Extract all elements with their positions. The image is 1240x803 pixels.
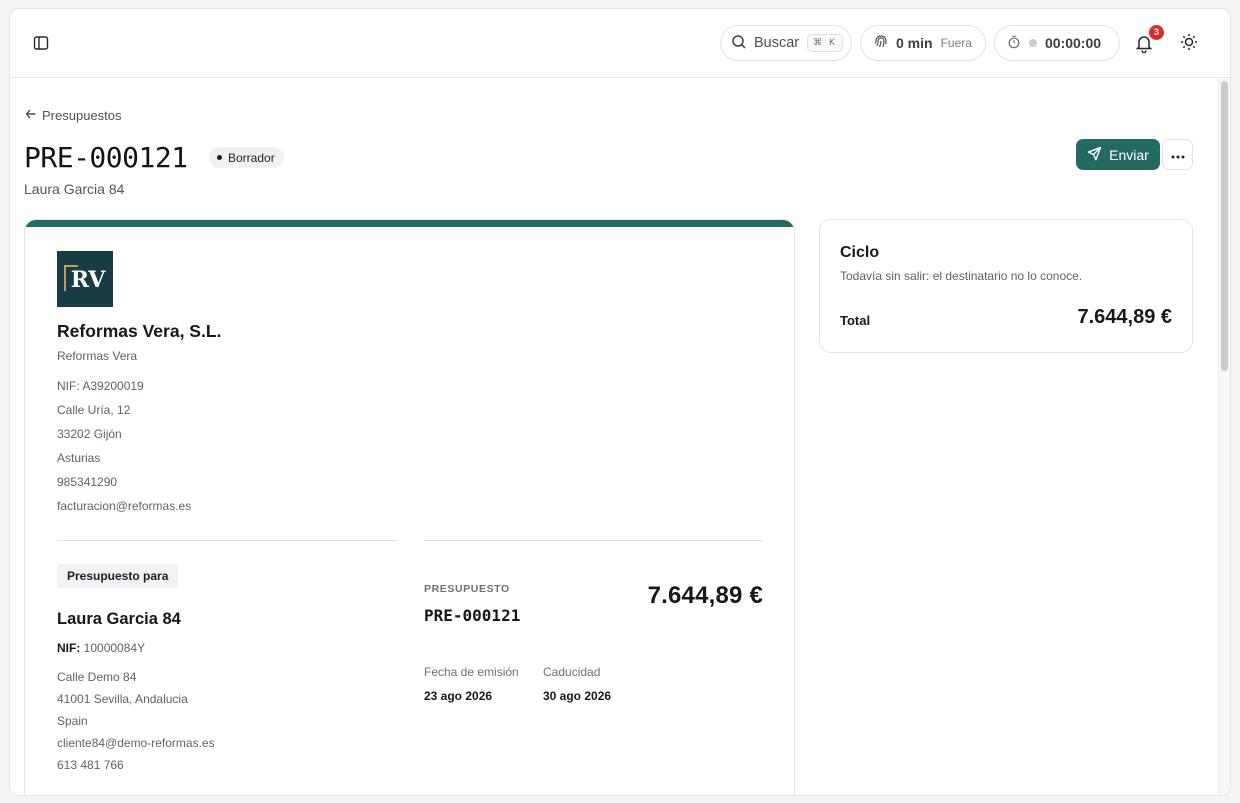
issuer-trade-name: Reformas Vera	[57, 349, 138, 363]
expiry-date-value: 30 ago 2026	[543, 689, 612, 703]
presence-status: Fuera	[940, 36, 972, 50]
sun-icon[interactable]	[1179, 32, 1201, 54]
issuer-phone: 985341290	[57, 475, 118, 489]
issuer-email: facturacion@reformas.es	[57, 499, 192, 513]
client-postal-city: 41001 Sevilla, Andalucia	[57, 692, 188, 706]
back-link[interactable]: Presupuestos	[25, 108, 122, 123]
issuer-address: Calle Uría, 12	[57, 403, 131, 417]
status-dot	[217, 155, 222, 160]
fingerprint-icon	[873, 34, 889, 53]
presence-button[interactable]: 0 min Fuera	[860, 25, 986, 61]
status-badge: Borrador	[209, 147, 284, 168]
cycle-total-value: 7.644,89 €	[1077, 306, 1172, 328]
company-logo: RV	[57, 251, 113, 307]
client-phone: 613 481 766	[57, 758, 124, 772]
search-shortcut: ⌘ K	[807, 34, 843, 52]
client-address: Calle Demo 84	[57, 670, 137, 684]
issuer-nif: NIF: A39200019	[57, 379, 144, 393]
notification-badge: 3	[1149, 25, 1164, 40]
cycle-total-label: Total	[840, 313, 871, 328]
timer-button[interactable]: 00:00:00	[994, 25, 1120, 61]
client-name: Laura Garcia 84	[57, 610, 181, 628]
timer-status-dot	[1029, 39, 1037, 47]
scrollbar-thumb[interactable]	[1221, 81, 1228, 371]
send-button[interactable]: Enviar	[1076, 139, 1160, 170]
search-label: Buscar	[754, 35, 800, 51]
document-accent-bar	[25, 220, 794, 227]
sidebar-toggle-icon[interactable]	[29, 33, 53, 53]
send-icon	[1087, 146, 1109, 164]
client-nif: NIF: 10000084Y	[57, 641, 145, 655]
status-label: Borrador	[228, 150, 275, 165]
back-link-label: Presupuestos	[42, 108, 122, 123]
logo-text: RV	[70, 267, 106, 293]
issuer-name: Reformas Vera, S.L.	[57, 321, 222, 341]
page-title: PRE-000121	[24, 141, 188, 174]
client-nif-value: 10000084Y	[83, 641, 146, 655]
summary-divider	[424, 540, 763, 541]
client-divider	[57, 540, 396, 541]
page-subtitle: Laura Garcia 84	[24, 181, 125, 197]
issuer-region: Asturias	[57, 451, 101, 465]
document-total: 7.644,89 €	[647, 582, 763, 609]
timer-value: 00:00:00	[1045, 35, 1102, 51]
document-type-label: PRESUPUESTO	[424, 583, 510, 595]
presence-value: 0 min	[896, 35, 933, 51]
document-number: PRE-000121	[424, 606, 521, 625]
issue-date-label: Fecha de emisión	[424, 665, 519, 679]
more-horizontal-icon	[1171, 146, 1185, 164]
search-icon	[731, 34, 747, 53]
issuer-postal-city: 33202 Gijón	[57, 427, 122, 441]
client-nif-label: NIF:	[57, 641, 81, 655]
issue-date-value: 23 ago 2026	[424, 689, 493, 703]
quote-document: RV Reformas Vera, S.L. Reformas Vera NIF…	[24, 219, 795, 795]
search-button[interactable]: Buscar ⌘ K	[720, 25, 852, 61]
app-window: Buscar ⌘ K 0 min Fuera 00:00:00 3 Presup…	[9, 8, 1231, 796]
cycle-description: Todavía sin salir: el destinatario no lo…	[840, 269, 1083, 283]
stopwatch-icon	[1007, 35, 1021, 52]
client-section-tag: Presupuesto para	[57, 564, 179, 588]
cycle-title: Ciclo	[840, 244, 880, 261]
client-country: Spain	[57, 714, 88, 728]
arrow-left-icon	[25, 108, 42, 123]
more-options-button[interactable]	[1162, 139, 1193, 170]
client-email: cliente84@demo-reformas.es	[57, 736, 215, 750]
top-bar: Buscar ⌘ K 0 min Fuera 00:00:00 3	[10, 9, 1230, 78]
cycle-card: Ciclo Todavía sin salir: el destinatario…	[819, 219, 1193, 353]
expiry-date-label: Caducidad	[543, 665, 601, 679]
send-label: Enviar	[1109, 146, 1149, 163]
